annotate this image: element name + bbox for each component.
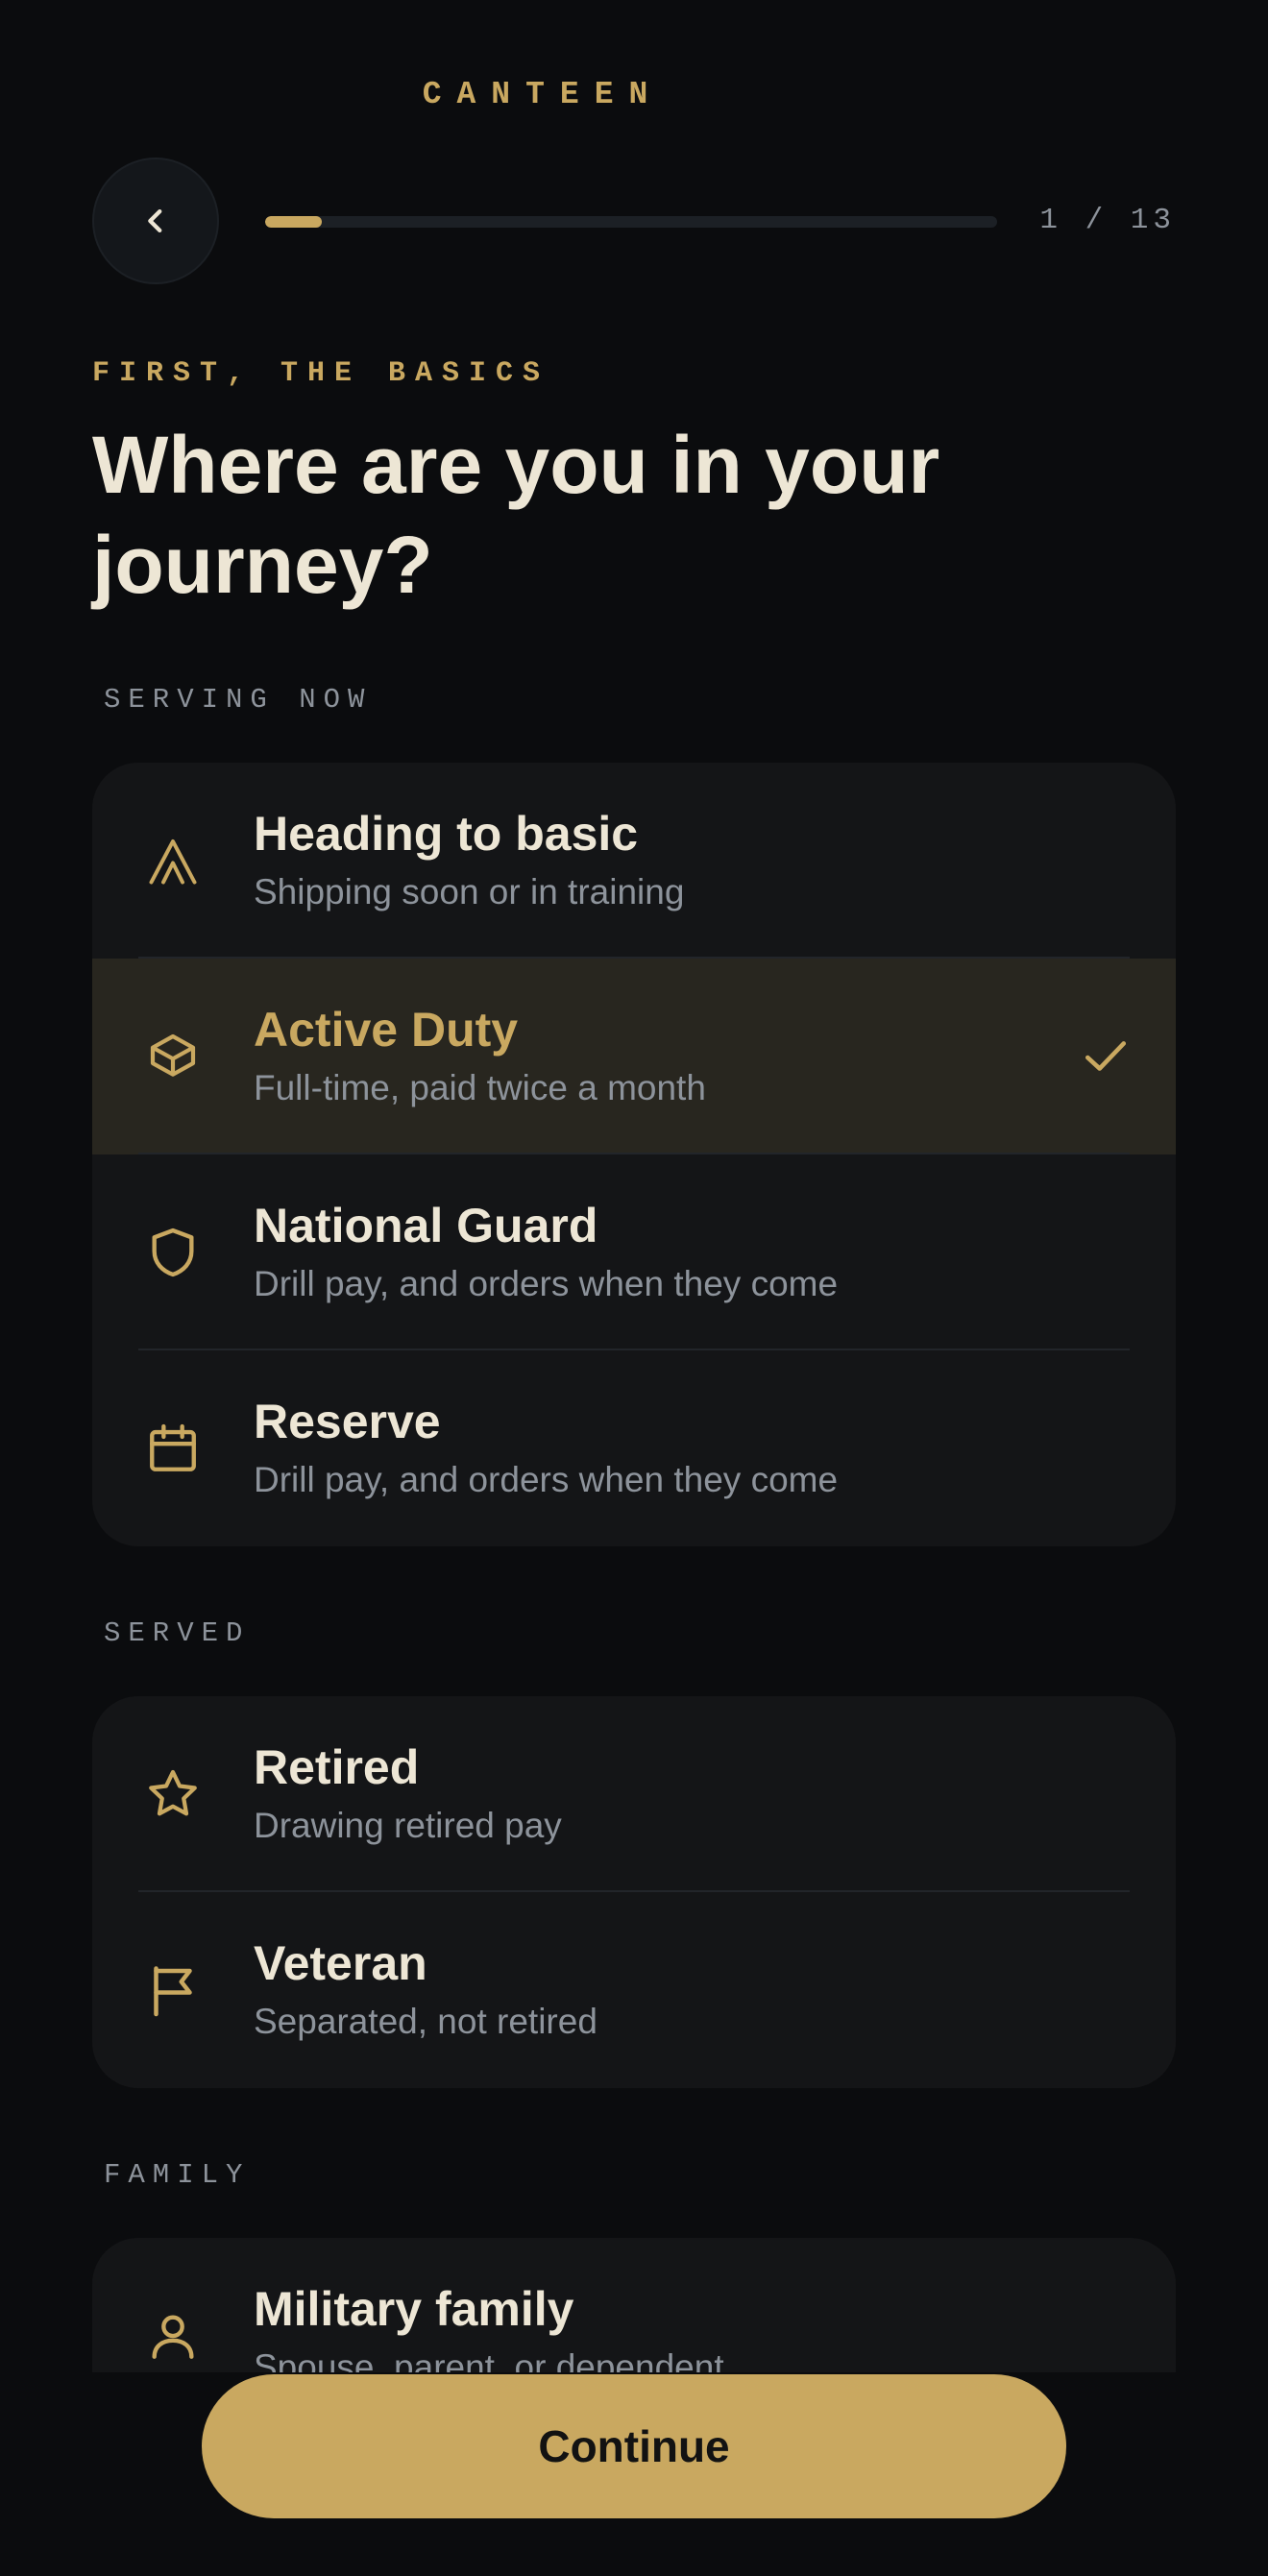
chevron-left-icon — [148, 208, 162, 233]
option-title: National Guard — [254, 1199, 598, 1252]
option-subtitle: Drill pay, and orders when they come — [254, 1460, 839, 1499]
progress-bar — [265, 216, 997, 228]
chevron-up-double-icon — [142, 830, 204, 891]
step-counter: 1 / 13 — [1039, 204, 1176, 237]
star-icon — [142, 1763, 204, 1825]
option-active-duty[interactable]: Active Duty Full-time, paid twice a mont… — [92, 959, 1176, 1154]
option-title: Retired — [254, 1740, 420, 1794]
box-icon — [142, 1026, 204, 1087]
option-group-serving-now: Heading to basic Shipping soon or in tra… — [92, 763, 1176, 1546]
flag-icon — [142, 1959, 204, 2021]
section-label-serving-now: SERVING NOW — [104, 684, 373, 716]
section-label-family: FAMILY — [104, 2159, 251, 2191]
option-title: Heading to basic — [254, 807, 639, 861]
option-subtitle: Drill pay, and orders when they come — [254, 1264, 839, 1303]
section-eyebrow: FIRST, THE BASICS — [92, 357, 550, 390]
option-subtitle: Shipping soon or in training — [254, 872, 685, 911]
shield-icon — [142, 1222, 204, 1283]
option-group-served: Retired Drawing retired pay Veteran Sepa… — [92, 1696, 1176, 2088]
checkmark-icon — [1085, 1041, 1127, 1071]
option-subtitle: Separated, not retired — [254, 2002, 597, 2041]
option-heading-to-basic[interactable]: Heading to basic Shipping soon or in tra… — [92, 763, 1176, 959]
progress-bar-fill — [265, 216, 322, 228]
onboarding-screen: CANTEEN 1 / 13 FIRST, THE BASICS Where a… — [0, 0, 1268, 2576]
option-subtitle: Drawing retired pay — [254, 1806, 562, 1845]
option-title: Military family — [254, 2282, 574, 2336]
calendar-icon — [142, 1418, 204, 1479]
option-title: Active Duty — [254, 1003, 519, 1057]
option-national-guard[interactable]: National Guard Drill pay, and orders whe… — [92, 1154, 1176, 1350]
option-veteran[interactable]: Veteran Separated, not retired — [92, 1892, 1176, 2088]
option-title: Reserve — [254, 1395, 441, 1448]
option-reserve[interactable]: Reserve Drill pay, and orders when they … — [92, 1350, 1176, 1546]
back-button[interactable] — [92, 158, 219, 284]
option-subtitle: Full-time, paid twice a month — [254, 1068, 706, 1107]
page-title: Where are you in your journey? — [92, 420, 940, 610]
continue-button[interactable]: Continue — [202, 2374, 1066, 2518]
brand-wordmark: CANTEEN — [422, 77, 664, 112]
person-icon — [142, 2305, 204, 2367]
section-label-served: SERVED — [104, 1617, 251, 1649]
option-retired[interactable]: Retired Drawing retired pay — [92, 1696, 1176, 1892]
option-title: Veteran — [254, 1936, 427, 1990]
